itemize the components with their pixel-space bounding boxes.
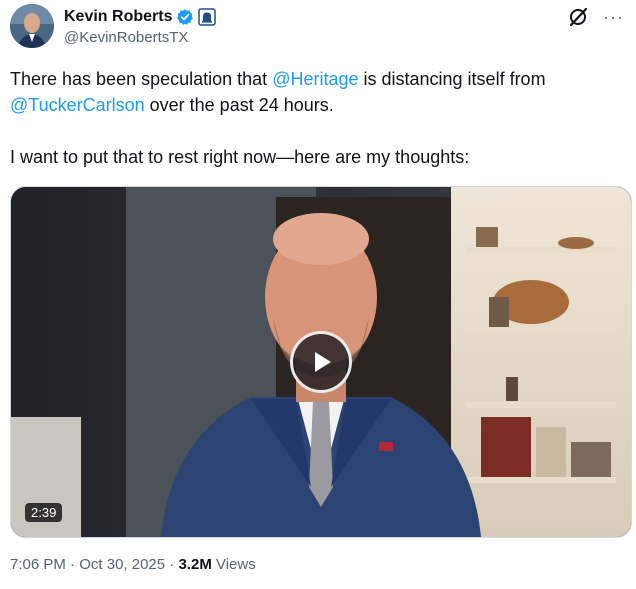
- play-icon: [315, 352, 331, 372]
- post-text-segment: is distancing itself from: [358, 69, 546, 89]
- post-paragraph-1: There has been speculation that @Heritag…: [10, 66, 622, 118]
- meta-separator: ·: [65, 556, 80, 573]
- video-duration: 2:39: [25, 503, 63, 522]
- post-text: There has been speculation that @Heritag…: [10, 66, 622, 170]
- display-name[interactable]: Kevin Roberts: [64, 8, 172, 26]
- post-text-segment: There has been speculation that: [10, 69, 273, 89]
- verified-check-icon[interactable]: [176, 8, 194, 26]
- post-meta: 7:06 PM · Oct 30, 2025 · 3.2M Views: [10, 556, 256, 573]
- post-date-link[interactable]: Oct 30, 2025: [79, 556, 165, 573]
- author-handle[interactable]: @KevinRobertsTX: [64, 29, 188, 46]
- avatar-image: [10, 4, 54, 48]
- grok-slash-icon[interactable]: [567, 6, 589, 28]
- post-paragraph-2: I want to put that to rest right now—her…: [10, 147, 470, 167]
- meta-separator: ·: [165, 556, 179, 573]
- mention-heritage-link[interactable]: @Heritage: [272, 69, 358, 89]
- tweet: Kevin Roberts @KevinRobertsTX ··· There …: [0, 0, 636, 589]
- post-text-segment: over the past 24 hours.: [144, 95, 334, 115]
- avatar[interactable]: [10, 4, 54, 48]
- author-name-row: Kevin Roberts: [64, 6, 217, 28]
- header-actions: ···: [567, 6, 624, 28]
- mention-tuckercarlson-link[interactable]: @TuckerCarlson: [10, 95, 145, 115]
- video-player[interactable]: 2:39: [10, 186, 632, 538]
- views-label: Views: [211, 556, 256, 573]
- more-options-icon[interactable]: ···: [603, 6, 624, 28]
- post-time-link[interactable]: 7:06 PM: [10, 556, 66, 573]
- views-count: 3.2M: [178, 556, 212, 573]
- play-button[interactable]: [290, 331, 352, 393]
- heritage-bell-icon[interactable]: [198, 8, 217, 26]
